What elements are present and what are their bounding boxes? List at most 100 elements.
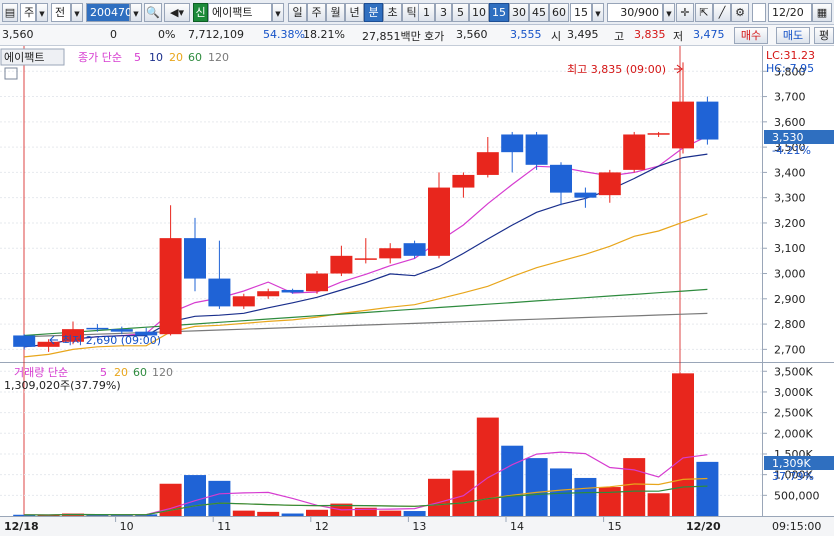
interval-1-button[interactable]: 1 xyxy=(418,3,435,22)
candle-body xyxy=(672,101,694,149)
legend-ma20[interactable]: 20 xyxy=(169,51,183,64)
interval-chevron-down-icon[interactable]: ▼ xyxy=(592,3,604,22)
volume-tick-label: 3,500K xyxy=(774,365,813,378)
price-tick-label: 3,100 xyxy=(774,242,806,255)
volume-bar xyxy=(403,511,426,516)
period-year-button[interactable]: 년 xyxy=(345,3,364,22)
candle-body xyxy=(110,329,133,332)
open-price: 3,495 xyxy=(567,28,599,41)
interval-15-button[interactable]: 15 xyxy=(489,3,509,22)
mode-select-1-chevron-down-icon[interactable]: ▼ xyxy=(36,3,48,22)
current-pct-label: -4.21% xyxy=(772,144,811,157)
volume-bar xyxy=(550,468,572,516)
volume-bar xyxy=(672,373,694,516)
data-count-field[interactable]: 30/900 xyxy=(607,3,663,22)
period-week-button[interactable]: 주 xyxy=(307,3,326,22)
legend-ma120[interactable]: 120 xyxy=(208,51,229,64)
speaker-icon[interactable]: ◀▾ xyxy=(164,3,190,22)
vol-legend-ma20[interactable]: 20 xyxy=(114,366,128,379)
x-first-date: 12/18 xyxy=(4,520,39,533)
settings-gear-icon[interactable]: ⚙ xyxy=(731,3,749,22)
high-price: 3,835 xyxy=(634,28,666,41)
interval-10-button[interactable]: 10 xyxy=(469,3,489,22)
candle-body xyxy=(696,101,719,140)
open-label: 시 xyxy=(551,30,562,43)
legend-ma10[interactable]: 10 xyxy=(149,51,163,64)
sell-button[interactable]: 매도 xyxy=(776,27,810,44)
drawing-tool-icon[interactable]: ╱ xyxy=(713,3,731,22)
candle-body xyxy=(208,278,231,307)
interval-3-button[interactable]: 3 xyxy=(435,3,452,22)
candle-body xyxy=(37,341,60,347)
date-input[interactable]: 12/20 xyxy=(768,3,812,22)
hc-label: HC:-7.95 xyxy=(766,62,814,75)
period-month-button[interactable]: 월 xyxy=(326,3,345,22)
candle-body xyxy=(647,133,670,135)
candle-body xyxy=(330,255,353,274)
x-last-date: 12/20 xyxy=(686,520,721,533)
price-legend-prefix: 종가 단순 xyxy=(78,51,122,64)
stock-code-input[interactable]: 200470 xyxy=(86,3,132,22)
candle-body xyxy=(86,327,109,330)
interval-45-button[interactable]: 45 xyxy=(529,3,549,22)
date-checkbox[interactable] xyxy=(752,3,766,22)
interval-60-button[interactable]: 60 xyxy=(549,3,569,22)
current-volume-label: 1,309K xyxy=(772,457,811,470)
period-second-button[interactable]: 초 xyxy=(383,3,402,22)
calendar-icon[interactable]: ▦ xyxy=(812,3,832,22)
x-tick-label: 15 xyxy=(608,520,622,533)
period-minute-button[interactable]: 분 xyxy=(364,3,383,22)
price-tick-label: 2,700 xyxy=(774,343,806,356)
vol-legend-ma5[interactable]: 5 xyxy=(100,366,107,379)
code-chevron-down-icon[interactable]: ▼ xyxy=(130,3,142,22)
mode-select-2-chevron-down-icon[interactable]: ▼ xyxy=(71,3,83,22)
stock-chart[interactable]: 2,700 2,800 2,900 3,000 3,100 3,200 3,300 3,400… xyxy=(0,46,834,536)
interval-input[interactable]: 15 xyxy=(570,3,592,22)
candle-body xyxy=(501,134,524,153)
x-time-label: 09:15:00 xyxy=(772,520,821,533)
zoom-icon[interactable]: ⇱ xyxy=(695,3,713,22)
vol-legend-ma60[interactable]: 60 xyxy=(133,366,147,379)
price-tick-label: 3,000 xyxy=(774,268,806,281)
search-icon[interactable]: 🔍 xyxy=(144,3,162,22)
name-chevron-down-icon[interactable]: ▼ xyxy=(272,3,284,22)
eval-button[interactable]: 평 xyxy=(814,27,834,44)
current-volume-pct: 37.79% xyxy=(772,470,814,483)
legend-ma60[interactable]: 60 xyxy=(188,51,202,64)
x-tick-label: 11 xyxy=(217,520,231,533)
low-label: 저 xyxy=(673,30,684,43)
quote-bar: 3,560 0 0% 7,712,109 54.38% 18.21% 27,85… xyxy=(0,25,834,46)
candle-body xyxy=(476,152,499,175)
price-change-pct: 0% xyxy=(158,28,176,41)
crosshair-icon[interactable]: ✛ xyxy=(676,3,694,22)
count-chevron-down-icon[interactable]: ▼ xyxy=(663,3,675,22)
interval-30-button[interactable]: 30 xyxy=(509,3,529,22)
chart-toolbar: ▤ 주 ▼ 전 ▼ 200470 ▼ 🔍 ◀▾ 신 에이팩트 ▼ 일 주 월 년… xyxy=(0,0,834,25)
stock-name-field[interactable]: 에이팩트 xyxy=(208,3,272,22)
candle-body xyxy=(428,187,450,256)
interval-5-button[interactable]: 5 xyxy=(452,3,469,22)
buy-button[interactable]: 매수 xyxy=(734,27,768,44)
volume-bar xyxy=(184,475,206,516)
bid-price: 3,555 xyxy=(510,28,542,41)
vol-legend-ma120[interactable]: 120 xyxy=(152,366,173,379)
volume-ratio: 54.38% xyxy=(263,28,305,41)
period-day-button[interactable]: 일 xyxy=(288,3,307,22)
candle-body xyxy=(574,192,597,198)
legend-ma5[interactable]: 5 xyxy=(134,51,141,64)
mode-select-2[interactable]: 전 xyxy=(51,3,71,22)
low-price: 3,475 xyxy=(693,28,725,41)
mode-select-1[interactable]: 주 xyxy=(20,3,36,22)
volume-bar xyxy=(281,513,304,516)
volume-tick-label: 500,000 xyxy=(774,489,820,502)
new-badge: 신 xyxy=(193,3,208,22)
volume-bar xyxy=(574,477,597,516)
volume-bar xyxy=(476,417,499,516)
volume-bar xyxy=(257,511,280,516)
price-tick-label: 3,600 xyxy=(774,116,806,129)
menu-icon[interactable]: ▤ xyxy=(2,3,18,22)
x-tick-label: 13 xyxy=(412,520,426,533)
x-tick-label: 12 xyxy=(315,520,329,533)
stock-name-tag: 에이팩트 xyxy=(4,51,44,64)
volume-bar xyxy=(208,480,231,516)
